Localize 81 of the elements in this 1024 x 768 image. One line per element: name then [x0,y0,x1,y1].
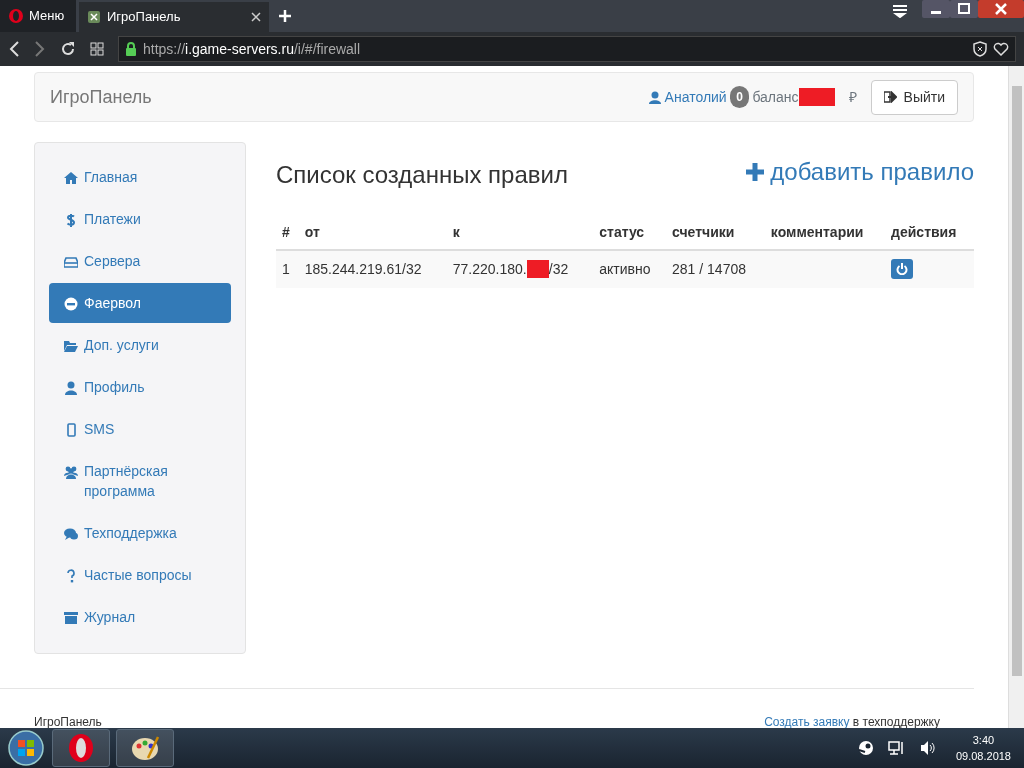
start-button[interactable] [6,728,46,768]
opera-logo-icon [68,733,94,763]
column-header: к [446,215,594,250]
column-header: # [276,215,299,250]
close-icon[interactable] [251,12,261,22]
sidebar-item[interactable]: Фаервол [49,283,231,323]
sidebar-item[interactable]: Профиль [49,367,231,407]
column-header: статус [593,215,667,250]
plus-icon [746,162,765,181]
forward-icon[interactable] [34,41,46,57]
taskbar-button[interactable] [52,729,110,767]
sidebar-item[interactable]: Частые вопросы [49,555,231,595]
create-ticket-link[interactable]: Создать заявку [764,715,850,728]
ip-suffix: /32 [548,259,569,279]
reload-icon[interactable] [60,41,76,57]
column-header: счетчики [666,215,765,250]
count-badge: 0 [730,86,749,108]
browser-tab[interactable]: ИгроПанель [79,2,269,32]
redaction-mark [798,88,835,106]
favicon-icon [87,10,101,24]
opera-logo-icon [8,8,24,24]
table-cell: 281 / 14708 [666,249,765,288]
palette-icon [130,734,160,762]
table-cell: 185.244.219.61/32 [298,249,447,288]
new-tab-icon[interactable] [279,10,291,22]
menu-button[interactable]: Меню [0,0,76,32]
shield-icon[interactable] [973,41,987,57]
grid-icon[interactable] [90,42,104,56]
logout-button[interactable]: Выйти [870,79,958,115]
redaction-mark [526,260,549,279]
sidebar-item[interactable]: Техподдержка [49,513,231,553]
sidebar-item[interactable]: Доп. услуги [49,325,231,365]
network-icon[interactable] [887,740,906,756]
sidebar-item[interactable]: Главная [49,157,231,197]
sidebar-item[interactable]: Сервера [49,241,231,281]
tab-menu-icon[interactable] [892,4,908,18]
column-header: от [298,215,447,250]
sidebar-item[interactable]: Платежи [49,199,231,239]
lock-icon [125,41,137,57]
volume-icon[interactable] [919,740,936,756]
table-cell: активно [593,249,667,288]
user-link[interactable]: Анатолий [649,86,727,108]
user-icon [64,381,78,395]
dollar-icon [64,213,78,227]
taskbar-button[interactable] [116,729,174,767]
add-rule-link[interactable]: добавить правило [746,153,974,190]
sidebar-item[interactable]: SMS [49,409,231,449]
hard-drive-icon [64,255,78,269]
heart-icon[interactable] [993,42,1009,56]
table-cell: 1 [276,249,299,288]
power-button[interactable] [891,259,914,280]
sign-out-icon [883,91,897,103]
footer-brand: ИгроПанель [34,714,102,728]
clock-time[interactable]: 3:40 [955,732,1011,748]
users-icon [64,465,78,479]
question-icon [64,569,78,583]
scrollbar-thumb[interactable] [1011,86,1022,676]
minimize-icon[interactable] [922,0,950,18]
support-text: Создать заявку в техподдержку [764,714,940,728]
ip-prefix: 77.220.180. [452,259,527,279]
balance-label: баланс [752,87,799,107]
currency-sign: ₽ [848,87,857,107]
chat-icon [64,527,78,541]
column-header: комментарии [764,215,886,250]
column-header: действия [885,215,974,250]
clock-date[interactable]: 09.08.2018 [955,748,1011,764]
sidebar-item[interactable]: Журнал [49,597,231,637]
archive-icon [64,611,78,625]
phone-icon [64,423,78,437]
sidebar-item[interactable]: Партнёрская программа [49,451,231,511]
maximize-icon[interactable] [950,0,978,18]
back-icon[interactable] [8,41,20,57]
folder-icon [64,339,78,353]
user-icon [649,90,662,104]
brand-name[interactable]: ИгроПанель [50,83,152,111]
steam-icon[interactable] [857,740,874,756]
home-icon [64,171,78,185]
minus-circle-icon [64,297,78,311]
page-title: Список созданных правил [276,161,568,190]
power-icon [896,263,909,276]
close-window-icon[interactable] [978,0,1024,18]
